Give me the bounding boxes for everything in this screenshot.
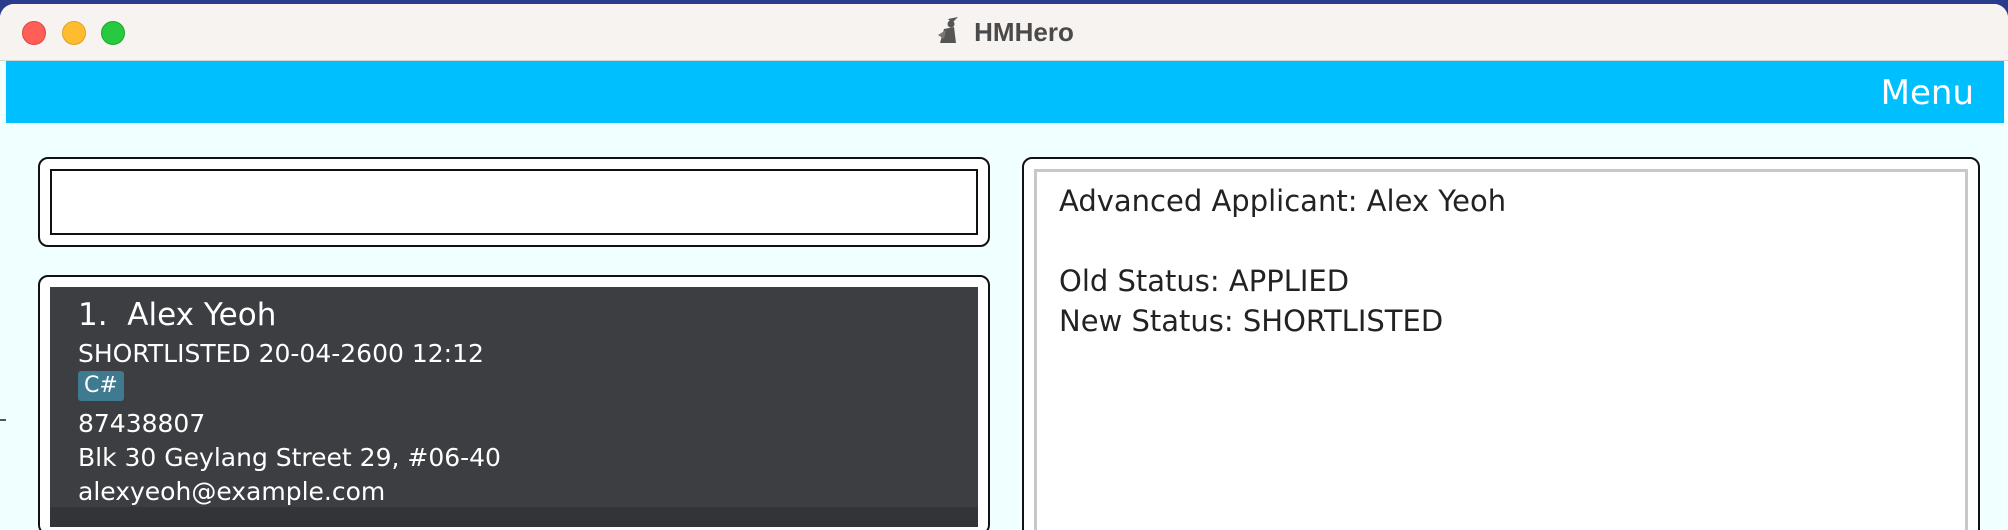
command-input[interactable]	[50, 169, 978, 235]
applicant-list[interactable]: 1. Alex Yeoh SHORTLISTED 20-04-2600 12:1…	[38, 275, 990, 530]
result-display-box: Advanced Applicant: Alex Yeoh Old Status…	[1022, 157, 1980, 530]
menu-button[interactable]: Menu	[1881, 73, 1974, 113]
window-title: HMHero	[974, 16, 1074, 47]
app-window: HMHero Menu 1. Alex Yeoh SHORTLISTED 20-…	[0, 4, 2008, 530]
applicant-card[interactable]: 1. Alex Yeoh SHORTLISTED 20-04-2600 12:1…	[50, 287, 978, 527]
applicant-email: alexyeoh@example.com	[78, 477, 386, 506]
applicant-tag: C#	[78, 371, 124, 401]
window-edge	[0, 419, 6, 421]
command-box	[38, 157, 990, 247]
applicant-status: SHORTLISTED 20-04-2600 12:12	[78, 339, 484, 368]
window-title-group: HMHero	[0, 4, 2008, 60]
result-line-advanced: Advanced Applicant: Alex Yeoh	[1059, 184, 1507, 218]
result-line-new-status: New Status: SHORTLISTED	[1059, 304, 1444, 338]
applicant-address: Blk 30 Geylang Street 29, #06-40	[78, 443, 501, 472]
applicant-name-text: Alex Yeoh	[127, 297, 277, 333]
title-bar: HMHero	[0, 4, 2008, 61]
applicant-index: 1.	[78, 297, 108, 333]
result-display[interactable]: Advanced Applicant: Alex Yeoh Old Status…	[1034, 169, 1968, 530]
card-divider	[50, 507, 978, 527]
applicant-phone: 87438807	[78, 409, 206, 438]
applicant-name: 1. Alex Yeoh	[78, 297, 276, 333]
menu-bar: Menu	[6, 61, 2004, 123]
main-content: 1. Alex Yeoh SHORTLISTED 20-04-2600 12:1…	[6, 123, 2004, 530]
result-line-old-status: Old Status: APPLIED	[1059, 264, 1350, 298]
hmhero-hero-icon	[934, 15, 964, 49]
